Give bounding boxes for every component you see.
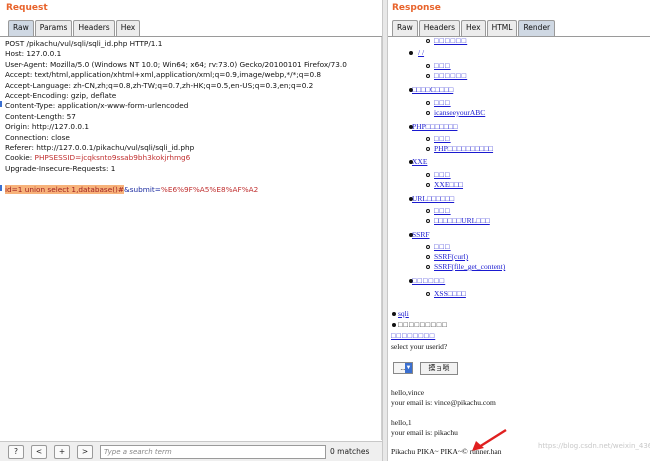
body-param: submit= [129, 185, 161, 194]
list-bullet [426, 74, 430, 78]
nav-link-xss[interactable]: XSS□□□□ [434, 289, 466, 298]
tab-hex[interactable]: Hex [461, 20, 486, 36]
tab-raw[interactable]: Raw [8, 20, 34, 36]
result-hello-vince: hello,vince [391, 388, 425, 397]
userid-select[interactable]: ... ▼ [393, 362, 413, 374]
request-title: Request [6, 3, 48, 13]
tab-html[interactable]: HTML [486, 20, 518, 36]
header-accept-encoding: Accept-Encoding: gzip, deflate [5, 91, 117, 100]
list-bullet [426, 245, 430, 249]
nav-link-ssrf-curl[interactable]: SSRF(curl) [434, 252, 468, 261]
list-bullet [426, 183, 430, 187]
header-user-agent: User-Agent: Mozilla/5.0 (Windows NT 10.0… [5, 59, 347, 69]
tab-raw[interactable]: Raw [392, 20, 418, 36]
menu-text: □□□□□□□□□ [398, 320, 448, 329]
tab-headers[interactable]: Headers [418, 20, 460, 36]
body-value: %E6%9F%A5%E8%AF%A2 [160, 185, 259, 194]
list-bullet [426, 219, 430, 223]
nav-link[interactable]: □□□ [434, 242, 451, 251]
list-bullet [392, 312, 396, 316]
request-pane: Request Raw Params Headers Hex POST /pik… [0, 0, 382, 461]
add-button[interactable]: + [54, 445, 70, 459]
userid-prompt: select your userid? [391, 342, 448, 351]
header-referer: Referer: http://127.0.0.1/pikachu/vul/sq… [5, 143, 195, 152]
header-content-type: Content-Type: application/x-www-form-url… [5, 101, 189, 111]
watermark: https://blog.csdn.net/weixin_43686032 [538, 442, 650, 450]
list-bullet [426, 147, 430, 151]
request-line: POST /pikachu/vul/sqli/sqli_id.php HTTP/… [5, 39, 163, 48]
result-hello-1: hello,1 [391, 418, 412, 427]
cookie-prefix: Cookie: [5, 153, 35, 163]
chevron-down-icon: ▼ [405, 363, 412, 373]
response-pane: Response Raw Headers Hex HTML Render □□□… [388, 0, 650, 461]
nav-link-url[interactable]: URL□□□□□□ [412, 194, 454, 203]
cookie-value: PHPSESSID=jcqksnto9ssab9bh3kokjrhmg6 [34, 153, 191, 163]
nav-link-xxe[interactable]: XXE [412, 157, 427, 166]
list-bullet [426, 255, 430, 259]
injection-payload: id=1 union select 1,database()# [5, 185, 125, 194]
header-origin: Origin: http://127.0.0.1 [5, 122, 89, 132]
list-bullet [426, 111, 430, 115]
result-email-vince: your email is: vince@pikachu.com [391, 398, 496, 407]
nav-link[interactable]: □□□□□□ [412, 276, 445, 285]
header-upgrade: Upgrade-Insecure-Requests: 1 [5, 163, 116, 173]
page-footer: Pikachu PIKA~ PIKA~© runner.han [391, 447, 502, 456]
nav-link[interactable]: XXE□□□ [434, 180, 463, 189]
help-button[interactable]: ? [8, 445, 24, 459]
header-accept-language: Accept-Language: zh-CN,zh;q=0.8,zh-TW;q=… [5, 80, 314, 90]
tab-hex[interactable]: Hex [115, 20, 141, 36]
nav-link[interactable]: □□□ [434, 170, 451, 179]
nav-link-ssrf-fgc[interactable]: SSRF(file_get_content) [434, 262, 505, 271]
gutter-marker [0, 101, 2, 107]
list-bullet [409, 51, 413, 55]
prev-match-button[interactable]: < [31, 445, 47, 459]
nav-link-rce[interactable]: □□□□C□□□□ [412, 85, 453, 94]
request-footer: ? < + > Type a search term 0 matches [0, 441, 382, 461]
gutter-marker [0, 185, 2, 191]
nav-link[interactable]: □□□□□□ [434, 71, 467, 80]
request-tabbar: Raw Params Headers Hex [8, 20, 141, 36]
render-view: □□□□□□ / / □□□ □□□□□□ □□□□C□□□□ □□□ ican… [388, 37, 650, 461]
list-bullet [426, 137, 430, 141]
nav-link[interactable]: □□□ [434, 98, 451, 107]
list-bullet [426, 64, 430, 68]
response-title: Response [392, 3, 441, 13]
header-accept: Accept: text/html,application/xhtml+xml,… [5, 70, 322, 80]
tab-params[interactable]: Params [34, 20, 73, 36]
nav-link[interactable]: □□□ [434, 134, 451, 143]
match-count: 0 matches [330, 447, 370, 456]
next-match-button[interactable]: > [77, 445, 93, 459]
page-heading-link[interactable]: □□□□□□□□ [391, 331, 435, 340]
nav-link[interactable]: icanseeyourABC [434, 108, 485, 117]
list-bullet [392, 323, 396, 327]
search-input[interactable]: Type a search term [100, 445, 326, 459]
list-bullet [426, 209, 430, 213]
tab-headers[interactable]: Headers [73, 20, 115, 36]
tab-render[interactable]: Render [518, 20, 556, 36]
nav-link[interactable]: □□□□□□ [434, 37, 467, 45]
list-bullet [426, 173, 430, 177]
header-host: Host: 127.0.0.1 [5, 49, 62, 59]
header-cookie: Cookie: PHPSESSID=jcqksnto9ssab9bh3kokjr… [5, 153, 190, 163]
list-bullet [426, 292, 430, 296]
nav-link[interactable]: □□□ [434, 206, 451, 215]
nav-link[interactable]: □□□□□□URL□□□ [434, 216, 490, 225]
header-content-length: Content-Length: 57 [5, 111, 76, 121]
nav-link[interactable]: PHP□□□□□□□□□□ [434, 144, 493, 153]
header-connection: Connection: close [5, 132, 70, 142]
list-bullet [426, 101, 430, 105]
list-bullet [426, 265, 430, 269]
query-submit-button[interactable]: 摸ョ唢 [420, 362, 458, 375]
nav-link[interactable]: □□□ [434, 61, 451, 70]
list-bullet [426, 39, 430, 43]
request-editor[interactable]: POST /pikachu/vul/sqli/sqli_id.php HTTP/… [0, 37, 382, 440]
nav-link-php[interactable]: PHP□□□□□□□ [412, 122, 457, 131]
response-tabbar: Raw Headers Hex HTML Render [392, 20, 556, 36]
nav-link-ssrf[interactable]: SSRF [412, 230, 430, 239]
result-email-1: your email is: pikachu [391, 428, 458, 437]
nav-link[interactable]: / / [418, 48, 424, 57]
request-body-line: id=1 union select 1,database()#&submit=%… [5, 185, 258, 195]
nav-link-sqli[interactable]: sqli [398, 309, 409, 318]
